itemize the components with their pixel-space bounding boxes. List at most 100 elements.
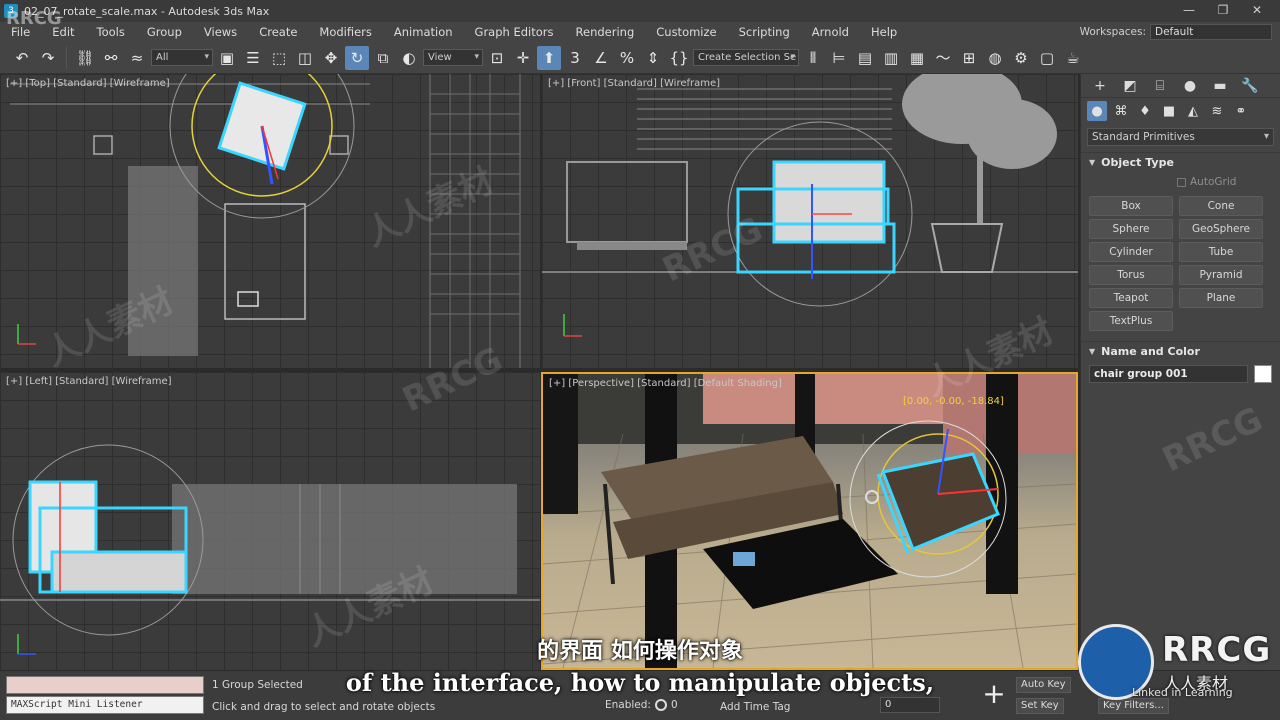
- percent-snap-icon[interactable]: %: [615, 46, 639, 70]
- pivot-center-icon[interactable]: ⊡: [485, 46, 509, 70]
- menu-graph-editors[interactable]: Graph Editors: [464, 25, 565, 39]
- menu-tools[interactable]: Tools: [86, 25, 136, 39]
- adaptive-degradation: Enabled: 0: [605, 699, 678, 711]
- workspaces-label: Workspaces:: [1079, 26, 1146, 38]
- current-frame-field[interactable]: 0: [880, 697, 940, 713]
- viewport-top[interactable]: [+] [Top] [Standard] [Wireframe]: [0, 74, 540, 368]
- geometry-icon[interactable]: ●: [1087, 101, 1107, 121]
- plane-button[interactable]: Plane: [1179, 288, 1263, 308]
- menu-modifiers[interactable]: Modifiers: [308, 25, 383, 39]
- menu-views[interactable]: Views: [193, 25, 248, 39]
- sphere-button[interactable]: Sphere: [1089, 219, 1173, 239]
- name-and-color-rollout[interactable]: ▼ Name and Color: [1081, 341, 1280, 361]
- restore-button[interactable]: ❐: [1206, 0, 1240, 22]
- snaps-toggle-icon[interactable]: 3: [563, 46, 587, 70]
- named-selection-set-dropdown[interactable]: Create Selection Se: [693, 49, 799, 66]
- curve-editor-icon[interactable]: 〜: [931, 46, 955, 70]
- align-icon[interactable]: ⊨: [827, 46, 851, 70]
- lights-icon[interactable]: ♦: [1135, 101, 1155, 121]
- select-move-icon[interactable]: ✥: [319, 46, 343, 70]
- helpers-icon[interactable]: ◭: [1183, 101, 1203, 121]
- menu-customize[interactable]: Customize: [645, 25, 727, 39]
- workspaces-select[interactable]: Default: [1150, 24, 1272, 40]
- enabled-toggle-icon[interactable]: [654, 699, 667, 711]
- angle-snap-icon[interactable]: ∠: [589, 46, 613, 70]
- maxscript-listener-input[interactable]: MAXScript Mini Listener: [6, 696, 204, 714]
- rendered-frame-window-icon[interactable]: ▢: [1035, 46, 1059, 70]
- schematic-view-icon[interactable]: ⊞: [957, 46, 981, 70]
- menu-help[interactable]: Help: [860, 25, 908, 39]
- toggle-layer-explorer-icon[interactable]: ▥: [879, 46, 903, 70]
- space-warps-icon[interactable]: ≋: [1207, 101, 1227, 121]
- undo-icon[interactable]: ↶: [10, 46, 34, 70]
- reference-coordinate-dropdown[interactable]: View: [423, 49, 483, 66]
- menu-scripting[interactable]: Scripting: [728, 25, 801, 39]
- torus-button[interactable]: Torus: [1089, 265, 1173, 285]
- object-name-input[interactable]: chair group 001: [1089, 365, 1248, 383]
- geosphere-button[interactable]: GeoSphere: [1179, 219, 1263, 239]
- link-icon[interactable]: ⛓: [73, 46, 97, 70]
- viewport-front[interactable]: [+] [Front] [Standard] [Wireframe]: [542, 74, 1078, 368]
- viewport-left-label[interactable]: [+] [Left] [Standard] [Wireframe]: [6, 376, 172, 387]
- create-tab-icon[interactable]: +: [1089, 78, 1111, 94]
- select-scale-icon[interactable]: ⧉: [371, 46, 395, 70]
- spinner-snap-icon[interactable]: ⇕: [641, 46, 665, 70]
- box-button[interactable]: Box: [1089, 196, 1173, 216]
- select-by-name-icon[interactable]: ☰: [241, 46, 265, 70]
- menu-rendering[interactable]: Rendering: [565, 25, 646, 39]
- tube-button[interactable]: Tube: [1179, 242, 1263, 262]
- close-button[interactable]: ✕: [1240, 0, 1274, 22]
- bind-space-warp-icon[interactable]: ≈: [125, 46, 149, 70]
- cylinder-button[interactable]: Cylinder: [1089, 242, 1173, 262]
- autogrid-checkbox[interactable]: AutoGrid: [1081, 172, 1280, 192]
- selection-region-icon[interactable]: ⬚: [267, 46, 291, 70]
- menu-animation[interactable]: Animation: [383, 25, 464, 39]
- enabled-label: Enabled:: [605, 699, 651, 711]
- utilities-tab-icon[interactable]: 🔧: [1239, 78, 1261, 94]
- object-type-rollout[interactable]: ▼ Object Type: [1081, 152, 1280, 172]
- menu-arnold[interactable]: Arnold: [801, 25, 860, 39]
- textplus-button[interactable]: TextPlus: [1089, 311, 1173, 331]
- motion-tab-icon[interactable]: ●: [1179, 78, 1201, 94]
- linkedin-learning-watermark: Linked in Learning: [1132, 686, 1233, 699]
- perspective-scene: [543, 374, 1076, 668]
- display-tab-icon[interactable]: ▬: [1209, 78, 1231, 94]
- keyboard-shortcut-override-icon[interactable]: ⬆: [537, 45, 561, 70]
- viewport-left[interactable]: [+] [Left] [Standard] [Wireframe]: [0, 372, 540, 670]
- toggle-ribbon-icon[interactable]: ▦: [905, 46, 929, 70]
- toggle-scene-explorer-icon[interactable]: ▤: [853, 46, 877, 70]
- object-color-swatch[interactable]: [1254, 365, 1272, 383]
- viewport-front-label[interactable]: [+] [Front] [Standard] [Wireframe]: [548, 78, 720, 89]
- mirror-icon[interactable]: ⫴: [801, 46, 825, 70]
- viewport-perspective[interactable]: [+] [Perspective] [Standard] [Default Sh…: [541, 372, 1078, 670]
- unlink-icon[interactable]: ⚯: [99, 46, 123, 70]
- cameras-icon[interactable]: ■: [1159, 101, 1179, 121]
- edit-named-selection-icon[interactable]: {}: [667, 46, 691, 70]
- select-manipulate-icon[interactable]: ✛: [511, 46, 535, 70]
- shapes-icon[interactable]: ⌘: [1111, 101, 1131, 121]
- select-object-icon[interactable]: ▣: [215, 46, 239, 70]
- cone-button[interactable]: Cone: [1179, 196, 1263, 216]
- select-rotate-icon[interactable]: ↻: [345, 45, 369, 70]
- render-production-icon[interactable]: ☕: [1061, 46, 1085, 70]
- render-setup-icon[interactable]: ⚙: [1009, 46, 1033, 70]
- select-place-icon[interactable]: ◐: [397, 46, 421, 70]
- viewport-top-label[interactable]: [+] [Top] [Standard] [Wireframe]: [6, 78, 170, 89]
- teapot-button[interactable]: Teapot: [1089, 288, 1173, 308]
- menu-group[interactable]: Group: [136, 25, 193, 39]
- add-time-tag[interactable]: Add Time Tag: [720, 701, 790, 713]
- minimize-button[interactable]: —: [1172, 0, 1206, 22]
- systems-icon[interactable]: ⚭: [1231, 101, 1251, 121]
- redo-icon[interactable]: ↷: [36, 46, 60, 70]
- window-crossing-icon[interactable]: ◫: [293, 46, 317, 70]
- primitive-category-dropdown[interactable]: Standard Primitives: [1087, 128, 1274, 146]
- selection-filter-dropdown[interactable]: All: [151, 49, 213, 66]
- hierarchy-tab-icon[interactable]: ⌸: [1149, 78, 1171, 94]
- set-key-button[interactable]: Set Key: [1016, 698, 1064, 714]
- menu-create[interactable]: Create: [248, 25, 308, 39]
- pyramid-button[interactable]: Pyramid: [1179, 265, 1263, 285]
- viewport-perspective-label[interactable]: [+] [Perspective] [Standard] [Default Sh…: [549, 378, 782, 389]
- modify-tab-icon[interactable]: ◩: [1119, 78, 1141, 94]
- material-editor-icon[interactable]: ◍: [983, 46, 1007, 70]
- rrcg-logo: RRCG 人人素材 Linked in Learning: [1074, 622, 1280, 714]
